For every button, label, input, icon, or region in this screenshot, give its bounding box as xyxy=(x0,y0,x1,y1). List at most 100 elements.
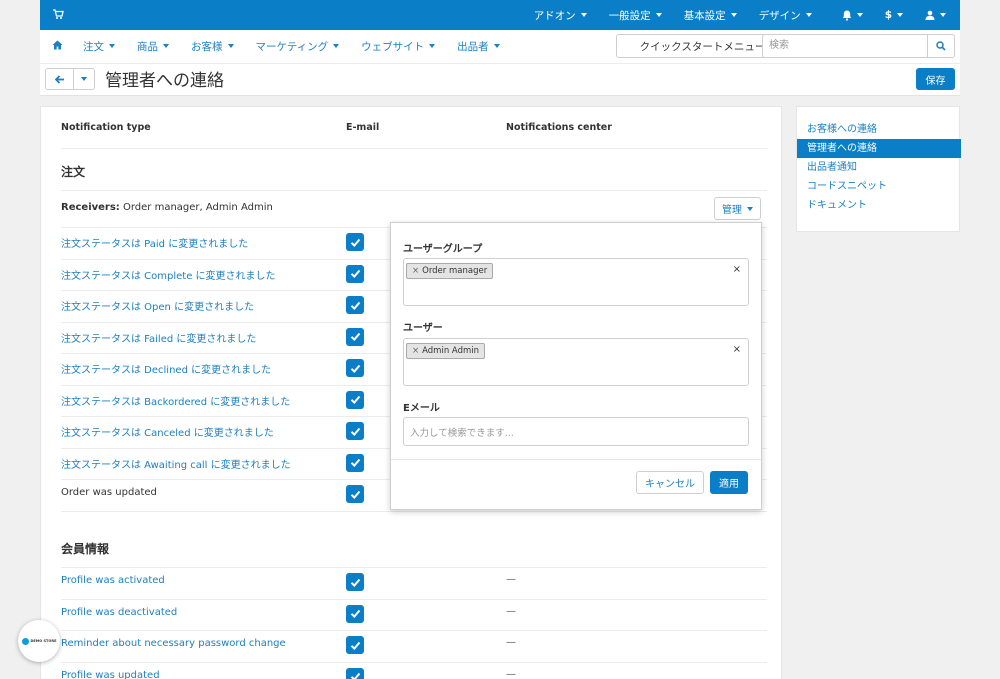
nav-marketing[interactable]: マーケティング xyxy=(256,39,340,54)
email-checkbox[interactable] xyxy=(346,296,364,314)
sidebar-item-documents[interactable]: ドキュメント xyxy=(797,196,961,215)
notification-row-label[interactable]: 注文ステータスは Declined に変更されました xyxy=(61,361,271,376)
search-input[interactable]: 検索 xyxy=(762,34,928,58)
notification-row-label[interactable]: Reminder about necessary password change xyxy=(61,638,286,649)
user-group-tag: × Order manager xyxy=(406,263,494,279)
notification-row-label[interactable]: Profile was activated xyxy=(61,575,165,586)
header-divider xyxy=(61,148,767,149)
chevron-down-icon xyxy=(730,13,737,17)
notification-row-label[interactable]: 注文ステータスは Failed に変更されました xyxy=(61,330,256,345)
chevron-down-icon xyxy=(805,13,812,17)
row-divider xyxy=(61,598,767,600)
cart-icon[interactable] xyxy=(52,8,66,22)
top-nav-general-settings[interactable]: 一般設定 xyxy=(609,8,662,23)
cancel-button[interactable]: キャンセル xyxy=(636,471,704,494)
user-group-label: ユーザーグループ xyxy=(403,244,483,255)
user-icon xyxy=(925,10,935,20)
notification-row-label[interactable]: 注文ステータスは Paid に変更されました xyxy=(61,235,248,250)
email-label: Eメール xyxy=(403,403,440,414)
notification-row-label[interactable]: 注文ステータスは Complete に変更されました xyxy=(61,267,276,282)
chevron-down-icon xyxy=(493,44,500,48)
email-checkbox[interactable] xyxy=(346,390,364,409)
row-divider xyxy=(61,510,767,512)
header-divider xyxy=(40,63,960,64)
currency-menu[interactable]: $ xyxy=(885,9,903,21)
notification-row-label[interactable]: 注文ステータスは Backordered に変更されました xyxy=(61,393,290,408)
tag-remove-icon[interactable]: × xyxy=(412,346,419,356)
nav-vendors-label: 出品者 xyxy=(457,40,489,53)
top-nav-design[interactable]: デザイン xyxy=(759,8,812,23)
top-nav-design-label: デザイン xyxy=(758,9,801,22)
bell-icon xyxy=(842,10,851,21)
chevron-down-icon xyxy=(163,44,169,48)
manage-receivers-button[interactable]: 管理 xyxy=(714,197,761,220)
user-tag: × Admin Admin xyxy=(406,343,486,359)
column-header-type: Notification type xyxy=(61,122,151,133)
apply-button[interactable]: 適用 xyxy=(710,471,748,494)
nav-website-label: ウェブサイト xyxy=(361,40,425,53)
email-checkbox[interactable] xyxy=(346,667,364,679)
sidebar-item-code-snippets[interactable]: コードスニペット xyxy=(797,177,961,196)
nav-website[interactable]: ウェブサイト xyxy=(361,39,436,54)
chevron-down-icon xyxy=(655,13,662,17)
back-dropdown-button[interactable] xyxy=(74,68,95,90)
email-checkbox[interactable] xyxy=(346,327,364,346)
row-divider xyxy=(61,661,767,663)
tag-remove-icon[interactable]: × xyxy=(412,266,419,276)
sidebar-item-customer-notifications[interactable]: お客様への連絡 xyxy=(797,120,961,139)
sidebar-item-vendor-notifications[interactable]: 出品者通知 xyxy=(797,158,961,177)
email-checkbox[interactable] xyxy=(346,359,364,377)
nav-orders[interactable]: 注文 xyxy=(83,39,115,54)
nav-vendors[interactable]: 出品者 xyxy=(457,39,500,54)
chevron-down-icon xyxy=(81,77,87,81)
notification-row-label[interactable]: Profile was updated xyxy=(61,670,160,679)
user-menu[interactable] xyxy=(925,10,946,20)
email-checkbox[interactable] xyxy=(346,573,364,591)
top-nav-addons[interactable]: アドオン xyxy=(534,8,587,23)
nav-customers-label: お客様 xyxy=(191,40,223,53)
save-button[interactable]: 保存 xyxy=(916,68,955,90)
chevron-down-icon xyxy=(940,13,946,17)
back-button[interactable] xyxy=(45,68,74,90)
email-checkbox[interactable] xyxy=(346,636,364,654)
search-button[interactable] xyxy=(927,34,955,58)
notification-row-label: Order was updated xyxy=(61,487,157,498)
top-nav: アドオン 一般設定 基本設定 デザイン $ xyxy=(512,0,946,30)
home-icon[interactable] xyxy=(52,40,63,53)
email-checkbox[interactable] xyxy=(346,422,364,440)
search-icon xyxy=(936,41,946,51)
sidebar-item-admin-notifications[interactable]: 管理者への連絡 xyxy=(797,139,961,158)
nav-products[interactable]: 商品 xyxy=(137,39,169,54)
notifications-center-value: — xyxy=(506,637,516,648)
email-field[interactable]: 入力して検索できます... xyxy=(403,417,749,446)
receivers-value: Order manager, Admin Admin xyxy=(119,202,273,213)
notification-row-label[interactable]: 注文ステータスは Canceled に変更されました xyxy=(61,424,274,439)
notification-row-label[interactable]: 注文ステータスは Awaiting call に変更されました xyxy=(61,456,291,471)
user-field[interactable]: × Admin Admin × xyxy=(403,338,749,386)
notification-row-label[interactable]: 注文ステータスは Open に変更されました xyxy=(61,298,254,313)
nav-marketing-label: マーケティング xyxy=(255,40,329,53)
row-divider xyxy=(61,567,767,568)
row-divider xyxy=(61,630,767,631)
quickstart-menu-label: クイックスタートメニュー xyxy=(639,40,766,53)
nav-customers[interactable]: お客様 xyxy=(191,39,234,54)
receivers-popover: ユーザーグループ × Order manager × ユーザー × Admin Ad… xyxy=(390,222,762,510)
demo-store-badge[interactable]: DEMO STORE xyxy=(18,620,60,662)
logo-icon xyxy=(21,637,29,645)
clear-icon[interactable]: × xyxy=(733,344,741,355)
email-checkbox[interactable] xyxy=(346,604,364,623)
clear-icon[interactable]: × xyxy=(733,264,741,275)
user-group-field[interactable]: × Order manager × xyxy=(403,258,749,306)
email-checkbox[interactable] xyxy=(346,485,364,503)
email-checkbox[interactable] xyxy=(346,264,364,283)
column-header-center: Notifications center xyxy=(506,122,612,133)
column-header-email: E-mail xyxy=(346,122,380,133)
main-nav: 注文 商品 お客様 マーケティング ウェブサイト 出品者 xyxy=(52,38,522,54)
top-nav-addons-label: アドオン xyxy=(533,9,576,22)
top-nav-basic-settings[interactable]: 基本設定 xyxy=(684,8,737,23)
email-checkbox[interactable] xyxy=(346,233,364,251)
notifications-menu[interactable] xyxy=(842,10,863,21)
email-checkbox[interactable] xyxy=(346,453,364,472)
notification-row-label[interactable]: Profile was deactivated xyxy=(61,607,177,618)
email-placeholder: 入力して検索できます... xyxy=(410,428,514,439)
